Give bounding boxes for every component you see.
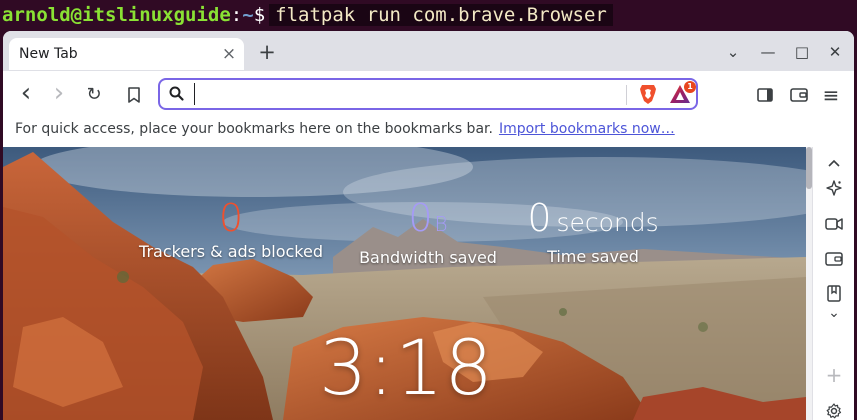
address-bar-divider [626,85,627,105]
reload-button[interactable]: ↻ [81,83,107,107]
terminal-user-host: arnold@itslinuxguide [2,4,231,26]
sidebar-collapse-chevron-icon[interactable] [822,151,846,175]
terminal-path: ~ [242,4,254,26]
tab-new-tab[interactable]: New Tab × [9,38,244,70]
address-input[interactable] [194,83,624,105]
bandwidth-saved-stat: 0B Bandwidth saved [353,195,503,269]
trackers-blocked-label: Trackers & ads blocked [139,242,323,261]
close-window-icon[interactable]: ✕ [824,41,846,63]
new-tab-button[interactable]: + [255,40,279,64]
bookmark-icon[interactable] [121,83,147,107]
browser-window: New Tab × + ⌄ — □ ✕ ‹ › ↻ 1 ≡ For quick … [3,31,854,420]
tab-close-icon[interactable]: × [214,44,244,64]
terminal-prompt-symbol: $ [253,4,266,26]
wallet-icon[interactable] [786,83,812,107]
sidebar-add-button[interactable]: + [822,363,846,387]
import-bookmarks-link[interactable]: Import bookmarks now… [499,121,675,137]
minimize-window-icon[interactable]: — [757,41,779,63]
tab-title: New Tab [19,46,78,62]
maximize-window-icon[interactable]: □ [791,41,813,63]
terminal-command: flatpak run com.brave.Browser [269,4,613,26]
address-bar[interactable]: 1 [158,78,698,110]
bandwidth-saved-label: Bandwidth saved [359,248,497,267]
terminal-prompt-line: arnold@itslinuxguide:~$ flatpak run com.b… [0,0,857,30]
trackers-blocked-stat: 0 Trackers & ads blocked [133,195,329,263]
time-saved-stat: 0 seconds Time saved [523,195,663,268]
main-menu-icon[interactable]: ≡ [818,83,844,107]
search-icon [169,86,184,101]
sidebar-toggle-icon[interactable] [752,83,778,107]
sidebar-settings-gear-icon[interactable] [822,403,846,420]
leo-ai-icon[interactable] [822,179,846,203]
time-saved-unit: seconds [556,208,659,237]
time-saved-label: Time saved [547,247,639,266]
bandwidth-saved-value: 0 [408,196,433,240]
bookmarks-bar: For quick access, place your bookmarks h… [3,119,854,147]
brave-talk-icon[interactable] [822,215,846,239]
forward-button[interactable]: › [46,80,72,107]
new-tab-clock: 3:18 [319,323,494,412]
tab-strip: New Tab × + ⌄ — □ ✕ [3,31,854,71]
sidebar-wallet-icon[interactable] [822,250,846,274]
terminal-colon: : [230,4,243,26]
rewards-badge: 1 [684,81,696,93]
bandwidth-saved-unit: B [434,212,448,236]
tab-search-dropdown-icon[interactable]: ⌄ [722,41,744,63]
time-saved-value: 0 [527,196,552,240]
navigation-toolbar: ‹ › ↻ 1 ≡ [3,71,854,119]
bookmarks-bar-message: For quick access, place your bookmarks h… [15,121,493,137]
back-button[interactable]: ‹ [13,80,39,107]
new-tab-page: 0 Trackers & ads blocked 0B Bandwidth sa… [3,147,806,420]
brave-shields-icon[interactable] [638,83,658,105]
sidebar-more-chevron-icon[interactable]: ⌄ [822,305,846,321]
trackers-blocked-value: 0 [218,196,244,240]
brave-sidebar: ⌄ + [812,147,854,420]
brave-rewards-icon[interactable]: 1 [669,81,696,105]
